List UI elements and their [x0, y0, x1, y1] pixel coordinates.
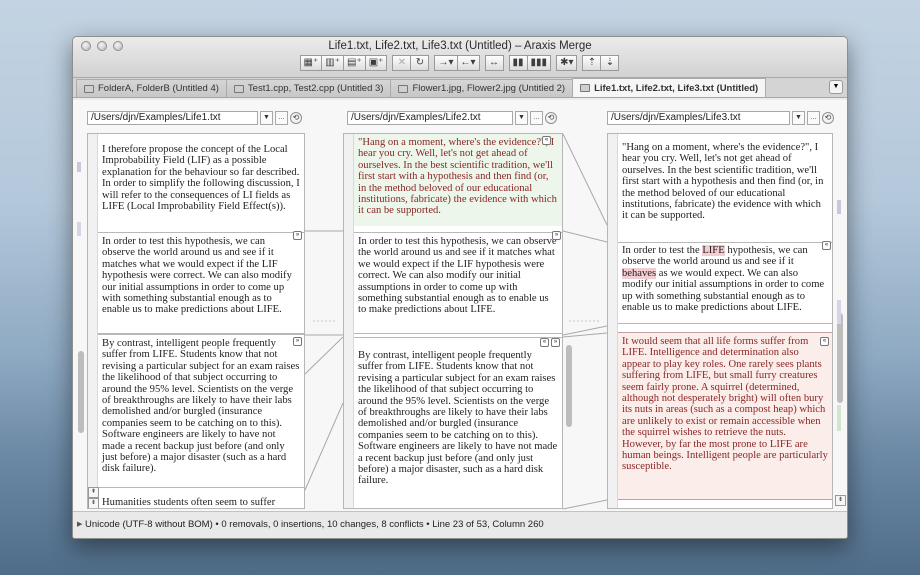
pane2-path-dropdown-button[interactable]: ▼ [515, 111, 528, 125]
pane2-merge-left-button[interactable]: « [542, 136, 551, 145]
pane3-path-field[interactable]: /Users/djn/Examples/Life3.txt [607, 111, 790, 125]
pane2-block-1: "Hang on a moment, where's the evidence?… [354, 134, 562, 226]
copy-right-button[interactable]: →▾ [434, 55, 458, 71]
tab-menu-button[interactable]: ▼ [829, 80, 843, 94]
pane3-block-1: "Hang on a moment, where's the evidence?… [622, 142, 824, 222]
tab-label: Flower1.jpg, Flower2.jpg (Untitled 2) [412, 83, 566, 94]
pane2-overview-thumb[interactable] [566, 345, 572, 427]
toolbar: ▦⁺ ▥⁺ ▤⁺ ▣⁺ ✕ ↻ →▾ ←▾ ↔ ▮▮ ▮▮▮ ✱▾ ⇡ ⇣ [73, 55, 847, 71]
pane2-text-view[interactable]: "Hang on a moment, where's the evidence?… [343, 133, 563, 509]
text-document-icon [580, 84, 591, 92]
copy-left-button[interactable]: ←▾ [456, 55, 480, 71]
pane3-text-view[interactable]: "Hang on a moment, where's the evidence?… [607, 133, 833, 509]
previous-change-button[interactable]: ⇡ [582, 55, 602, 71]
pane1-path-field[interactable]: /Users/djn/Examples/Life1.txt [87, 111, 258, 125]
tab-folder-compare[interactable]: FolderA, FolderB (Untitled 4) [76, 79, 227, 97]
pane1-overview-thumb[interactable] [78, 351, 84, 433]
change-marker [77, 162, 81, 172]
tab-flower-jpg[interactable]: Flower1.jpg, Flower2.jpg (Untitled 2) [390, 79, 574, 97]
tab-label: FolderA, FolderB (Untitled 4) [98, 83, 219, 94]
pane2-history-icon[interactable]: ⟲ [545, 112, 557, 124]
tab-label: Test1.cpp, Test2.cpp (Untitled 3) [247, 83, 384, 94]
pane2-path-row: /Users/djn/Examples/Life2.txt ▼ … ⟲ [347, 111, 557, 125]
change-marker [837, 300, 841, 324]
folder-icon [84, 84, 94, 93]
pane3-path-row: /Users/djn/Examples/Life3.txt ▼ … ⟲ [607, 111, 834, 125]
two-panes-button[interactable]: ▮▮ [508, 55, 528, 71]
change-marker [77, 222, 81, 236]
pane3-nav-down-button[interactable]: ⇟ [835, 495, 846, 506]
tab-label: Life1.txt, Life2.txt, Life3.txt (Untitle… [594, 82, 759, 94]
document-tab-bar: FolderA, FolderB (Untitled 4) Test1.cpp,… [73, 78, 847, 98]
pane2-path-field[interactable]: /Users/djn/Examples/Life2.txt [347, 111, 513, 125]
close-compare-button[interactable]: ✕ [392, 55, 412, 71]
merge-button[interactable]: ↔ [484, 55, 504, 71]
pane2-merge-left-button[interactable]: « [540, 338, 549, 347]
pane1-more-button[interactable]: … [275, 111, 288, 125]
new-image-compare-button[interactable]: ▣⁺ [364, 55, 388, 71]
new-folder-compare-button[interactable]: ▦⁺ [299, 55, 323, 71]
pane1-block-1: I therefore propose the concept of the L… [102, 144, 300, 213]
pane1-merge-right-button[interactable]: » [293, 231, 302, 240]
merge-window: Life1.txt, Life2.txt, Life3.txt (Untitle… [72, 36, 848, 539]
pane3-merge-left-button[interactable]: « [820, 337, 829, 346]
change-marker [837, 405, 841, 431]
pane3-text: In order to test the [622, 245, 703, 256]
next-change-button[interactable]: ⇣ [600, 55, 620, 71]
image-document-icon [398, 84, 409, 93]
pane2-merge-right-button[interactable]: » [552, 231, 561, 240]
pane3-overview-thumb[interactable] [837, 313, 843, 403]
pane3-highlight: LIFE [702, 245, 725, 256]
pane1-nav-up-button[interactable]: ⇞ [88, 487, 99, 498]
new-two-way-compare-button[interactable]: ▥⁺ [321, 55, 344, 71]
pane3-merge-left-button[interactable]: « [822, 241, 831, 250]
pane2-block-3: By contrast, intelligent people frequent… [354, 337, 562, 508]
title-bar: Life1.txt, Life2.txt, Life3.txt (Untitle… [73, 37, 847, 78]
three-panes-button[interactable]: ▮▮▮ [526, 55, 552, 71]
change-marker [837, 200, 841, 214]
status-disclosure-icon[interactable]: ▶ [77, 520, 82, 528]
pane2-overview-bar[interactable] [564, 133, 574, 509]
pane3-more-button[interactable]: … [807, 111, 820, 125]
pane1-path-row: /Users/djn/Examples/Life1.txt ▼ … ⟲ [87, 111, 302, 125]
comparison-area: /Users/djn/Examples/Life1.txt ▼ … ⟲ /Use… [73, 100, 847, 513]
pane2-more-button[interactable]: … [530, 111, 543, 125]
pane2-merge-right-button[interactable]: » [551, 338, 560, 347]
pane3-block-3: It would seem that all life forms suffer… [618, 332, 832, 500]
pane2-gutter [344, 134, 354, 508]
pane1-block-3: By contrast, intelligent people frequent… [98, 334, 304, 488]
tab-life-txt[interactable]: Life1.txt, Life2.txt, Life3.txt (Untitle… [572, 78, 767, 97]
pane1-nav-down-button[interactable]: ⇟ [88, 498, 99, 508]
pane1-path-dropdown-button[interactable]: ▼ [260, 111, 273, 125]
pane3-block-2: In order to test the LIFE hypothesis, we… [618, 242, 832, 324]
pane3-highlight: behaves [622, 267, 657, 279]
pane3-path-dropdown-button[interactable]: ▼ [792, 111, 805, 125]
status-bar: ▶ Unicode (UTF-8 without BOM) • 0 remova… [73, 511, 847, 538]
pane3-gutter [608, 134, 618, 508]
pane1-block-4: Humanities students often seem to suffer [102, 497, 276, 508]
pane1-merge-right-button[interactable]: » [293, 337, 302, 346]
settings-button[interactable]: ✱▾ [556, 55, 578, 71]
text-document-icon [233, 84, 244, 93]
pane2-block-2: In order to test this hypothesis, we can… [354, 232, 562, 334]
pane1-overview-bar[interactable] [76, 133, 86, 509]
pane1-gutter [88, 134, 98, 508]
refresh-button[interactable]: ↻ [410, 55, 430, 71]
pane1-history-icon[interactable]: ⟲ [290, 112, 302, 124]
new-three-way-compare-button[interactable]: ▤⁺ [343, 55, 366, 71]
pane3-history-icon[interactable]: ⟲ [822, 112, 834, 124]
pane1-text-view[interactable]: I therefore propose the concept of the L… [87, 133, 305, 509]
tab-test-cpp[interactable]: Test1.cpp, Test2.cpp (Untitled 3) [225, 79, 392, 97]
status-text: Unicode (UTF-8 without BOM) • 0 removals… [85, 519, 544, 530]
pane1-block-2: In order to test this hypothesis, we can… [98, 232, 304, 334]
window-title: Life1.txt, Life2.txt, Life3.txt (Untitle… [328, 40, 592, 52]
